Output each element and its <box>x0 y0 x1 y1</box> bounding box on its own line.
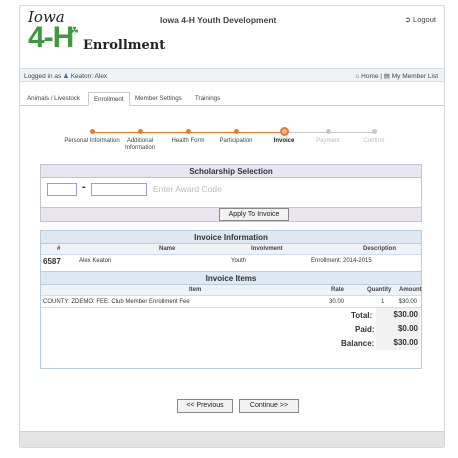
tab-bar: Animals / Livestock Enrollment Member Se… <box>20 92 444 106</box>
logout-link[interactable]: ➲ Logout <box>405 15 436 24</box>
paid-label: Paid: <box>355 325 375 334</box>
description-value: Enrollment: 2014-2015 <box>311 258 372 264</box>
award-code-hint: Enter Award Code <box>153 184 222 194</box>
page-footer <box>20 431 444 447</box>
total-label: Total: <box>351 311 373 320</box>
home-icon: ⌂ <box>355 73 360 80</box>
main-frame: Iowa 4-H ☘ Enrollment Iowa 4-H Youth Dev… <box>19 5 445 448</box>
tab-enrollment[interactable]: Enrollment <box>88 92 130 106</box>
involvement-value: Youth <box>231 258 247 264</box>
invoice-info-row: 6587 Alex Keaton Youth Enrollment: 2014-… <box>41 255 421 267</box>
logout-icon: ➲ <box>404 15 411 24</box>
item-amount: $30.00 <box>398 299 417 305</box>
logo-enrollment-text: Enrollment <box>83 38 166 53</box>
item-quantity: 1 <box>381 299 385 305</box>
col-header-description: Description <box>363 246 397 252</box>
logged-in-status: Logged in as ♟ Keaton: Alex <box>24 72 107 80</box>
logo-4h-text: 4-H <box>28 21 74 54</box>
col-header-involvement: Involvment <box>251 246 283 252</box>
total-row: Total: $30.00 <box>41 308 421 322</box>
previous-button[interactable]: << Previous <box>177 399 233 413</box>
col-header-name: Name <box>159 246 176 252</box>
user-bar: Logged in as ♟ Keaton: Alex ⌂ Home | ▤ M… <box>20 68 444 82</box>
step-dot-confirm <box>372 129 377 134</box>
col-header-rate: Rate <box>331 287 345 293</box>
col-header-number: # <box>57 246 61 252</box>
step-dot-participation <box>234 129 239 134</box>
balance-label: Balance: <box>341 339 375 348</box>
col-header-item: Item <box>189 287 202 293</box>
enrollment-stepper: Personal Information Additional Informat… <box>20 122 444 156</box>
logged-in-label: Logged in as <box>24 73 62 80</box>
tab-member-settings[interactable]: Member Settings <box>130 92 187 106</box>
step-confirm: Confirm <box>363 138 385 144</box>
invoice-items-title: Invoice Items <box>41 272 421 285</box>
invoice-information-title: Invoice Information <box>41 231 421 244</box>
step-dot-invoice <box>280 127 289 136</box>
invoice-items-header-row: Item Rate Quantity Amount <box>41 285 422 296</box>
member-list-label: My Member List <box>391 73 438 80</box>
home-link[interactable]: ⌂ Home <box>355 73 380 80</box>
home-label: Home <box>361 73 379 80</box>
scholarship-title: Scholarship Selection <box>41 165 421 178</box>
invoice-information-panel: Invoice Information # Name Involvment De… <box>40 230 422 272</box>
logout-label: Logout <box>413 15 436 24</box>
apply-to-invoice-button[interactable]: Apply To Invoice <box>219 208 289 221</box>
item-description: COUNTY: ZDEMO: FEE: Club Member Enrollme… <box>43 299 190 305</box>
total-amount: $30.00 <box>376 308 420 322</box>
continue-button[interactable]: Continue >> <box>239 399 299 413</box>
invoice-items-panel: Invoice Items Item Rate Quantity Amount … <box>40 272 422 369</box>
step-dot-payment <box>326 129 331 134</box>
code-separator: - <box>82 181 86 193</box>
tab-animals-livestock[interactable]: Animals / Livestock <box>22 92 85 106</box>
step-dot-additional <box>138 129 143 134</box>
col-header-quantity: Quantity <box>367 287 392 293</box>
iowa-4h-enrollment-logo[interactable]: Iowa 4-H ☘ Enrollment <box>26 8 165 60</box>
app-title: Iowa 4-H Youth Development <box>160 15 277 25</box>
col-header-amount: Amount <box>399 287 422 293</box>
paid-amount: $0.00 <box>376 322 420 336</box>
tab-trainings[interactable]: Trainings <box>190 92 225 106</box>
invoice-item-row: COUNTY: ZDEMO: FEE: Club Member Enrollme… <box>41 296 421 308</box>
user-name: Keaton: Alex <box>70 73 108 80</box>
list-icon: ▤ <box>383 73 390 80</box>
step-dot-health <box>186 129 191 134</box>
invoice-info-header-row: # Name Involvment Description <box>41 244 421 255</box>
invoice-number: 6587 <box>43 257 61 266</box>
award-code-part2-input[interactable] <box>91 183 147 196</box>
paid-row: Paid: $0.00 <box>41 322 421 336</box>
top-links: ⌂ Home | ▤ My Member List <box>355 72 438 80</box>
item-rate: 30.00 <box>329 299 345 305</box>
balance-row: Balance: $30.00 <box>41 336 421 350</box>
member-name: Alex Keaton <box>79 258 112 264</box>
award-code-part1-input[interactable] <box>47 183 77 196</box>
member-list-link[interactable]: ▤ My Member List <box>384 73 438 80</box>
balance-amount: $30.00 <box>376 336 420 350</box>
scholarship-panel: Scholarship Selection - Enter Award Code… <box>40 164 422 222</box>
scholarship-footer: Apply To Invoice <box>41 207 421 221</box>
step-dot-personal <box>90 129 95 134</box>
clover-icon: ☘ <box>70 26 79 37</box>
user-icon: ♟ <box>63 73 69 80</box>
